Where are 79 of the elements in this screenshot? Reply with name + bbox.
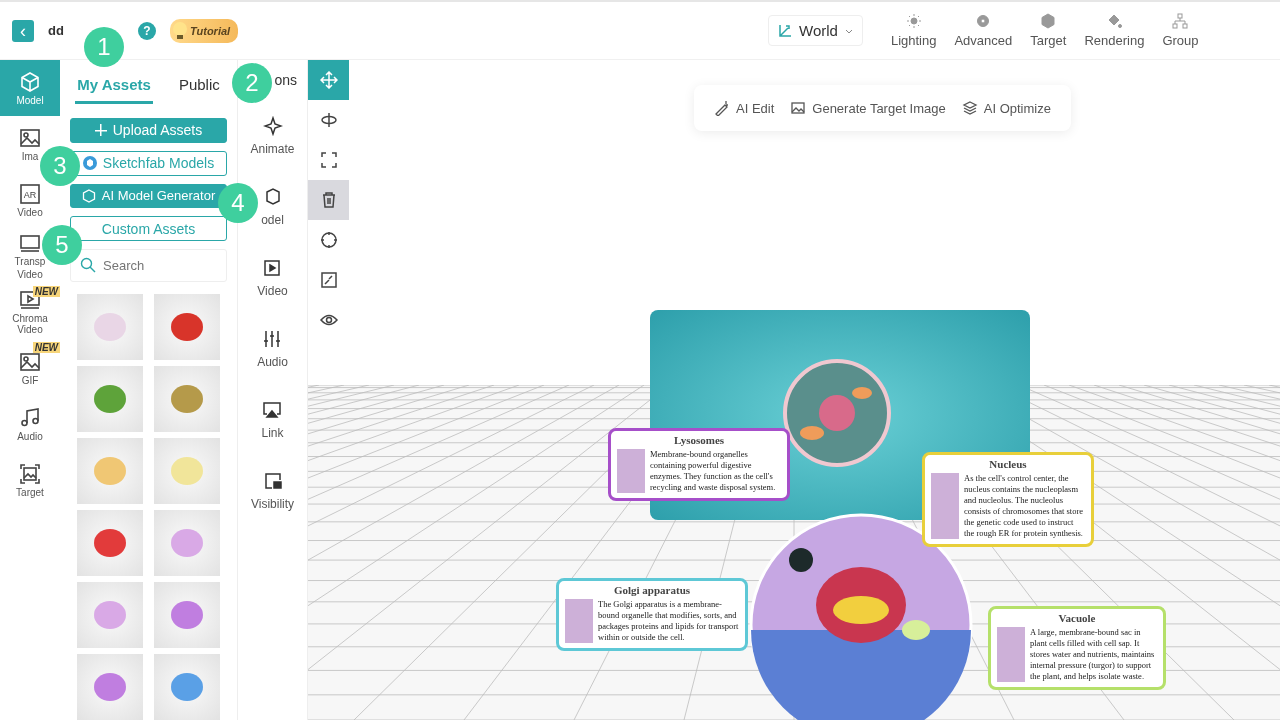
screen-cast-icon <box>262 399 283 420</box>
rotate-icon <box>319 111 338 129</box>
action-item[interactable]: Visibility <box>250 455 295 526</box>
hexagon-icon <box>81 188 96 203</box>
card-text: The Golgi apparatus is a membrane-bound organelle that modifies, sorts, and packages proteins and lipids for transport within or outside the cell. <box>598 599 739 644</box>
search-field[interactable]: Search <box>70 249 227 282</box>
ai-tool-button[interactable]: AI Optimize <box>961 100 1051 116</box>
card-title: Vacuole <box>1057 612 1097 624</box>
asset-thumbnail[interactable] <box>77 654 143 720</box>
card-title: Golgi apparatus <box>612 584 692 596</box>
space-dropdown[interactable]: World <box>768 15 863 46</box>
asset-thumbnail[interactable] <box>77 510 143 576</box>
image-icon <box>19 126 41 149</box>
action-item[interactable]: Animate <box>250 100 295 171</box>
tutorial-button[interactable]: Tutorial <box>170 18 239 43</box>
tutorial-step-tooltip: 1 <box>84 27 124 67</box>
actions-tab[interactable]: ons <box>274 60 307 100</box>
sidebar-item[interactable]: NEW Chroma Video <box>0 284 60 340</box>
framed-image-icon <box>19 462 41 485</box>
axes-icon <box>777 22 793 39</box>
organelle-picture <box>565 599 593 644</box>
tutorial-step-tooltip: 3 <box>40 146 80 186</box>
new-badge: NEW <box>32 342 60 353</box>
card-text: As the cell's control center, the nucleus contains the nucleoplasm and nucleolus. The nucleolus consists of chromosomes that store the genetic code used to instruct the rough ER for protein synthesis. <box>964 473 1084 540</box>
toolbar-button[interactable]: Target <box>1030 13 1067 48</box>
image-icon <box>790 100 807 116</box>
toolbar-button[interactable]: Rendering <box>1084 13 1145 48</box>
tutorial-step-tooltip: 4 <box>218 183 258 223</box>
action-item[interactable]: Video <box>257 242 288 313</box>
toolbar-button[interactable]: Group <box>1162 13 1199 48</box>
music-note-icon <box>19 406 41 429</box>
sidebar-item[interactable]: Target <box>0 452 60 508</box>
asset-thumbnail[interactable] <box>154 582 220 648</box>
sun-icon <box>905 13 922 29</box>
image-icon <box>19 350 41 373</box>
project-name: dd <box>48 23 65 38</box>
asset-thumbnail[interactable] <box>77 366 143 432</box>
action-item[interactable]: Audio <box>257 313 288 384</box>
organelle-picture <box>997 627 1025 683</box>
ai-tool-button[interactable]: AI Edit <box>714 100 775 116</box>
sparkle-icon <box>262 115 283 136</box>
asset-thumbnail[interactable] <box>154 510 220 576</box>
lightbulb-icon <box>172 20 188 41</box>
asset-thumbnail[interactable] <box>154 294 220 360</box>
card-title: Nucleus <box>988 458 1028 470</box>
picture-in-picture-icon <box>262 470 283 491</box>
asset-thumbnail[interactable] <box>154 438 220 504</box>
asset-thumbnail[interactable] <box>77 438 143 504</box>
play-icon <box>262 257 283 278</box>
transform-tool[interactable] <box>308 180 349 220</box>
new-badge: NEW <box>32 286 60 297</box>
sliders-icon <box>262 328 283 349</box>
tutorial-step-tooltip: 2 <box>232 63 272 103</box>
asset-thumbnail[interactable] <box>154 654 220 720</box>
ar-icon: AR <box>19 182 41 205</box>
hexagon-icon <box>1040 13 1057 29</box>
action-item[interactable]: odel <box>261 171 284 242</box>
move-icon <box>319 71 338 89</box>
action-item[interactable]: Link <box>261 384 284 455</box>
asset-thumbnail[interactable] <box>154 366 220 432</box>
shrink-icon <box>319 271 338 289</box>
expand-icon <box>319 151 338 169</box>
sidebar-item[interactable]: NEW GIF <box>0 340 60 396</box>
asset-thumbnail[interactable] <box>77 582 143 648</box>
assets-tab[interactable]: Public <box>176 68 222 104</box>
organelle-picture <box>931 473 959 540</box>
card-text: Membrane-bound organelles containing powerful digestive enzymes. They function as the cell's recycling and waste disposal system. <box>650 449 777 494</box>
crosshair-icon <box>319 231 338 249</box>
asset-thumbnail[interactable] <box>77 294 143 360</box>
ai-tool-button[interactable]: Generate Target Image <box>790 100 946 116</box>
card-text: A large, membrane-bound sac in plant cells filled with cell sap. It stores water and nutrients, maintains internal pressure (turgor) to support the plant, and helps isolate waste. <box>1030 627 1156 683</box>
toolbar-button[interactable]: Lighting <box>890 13 937 48</box>
toolbar-button[interactable]: Advanced <box>954 13 1013 48</box>
hierarchy-icon <box>1172 13 1189 29</box>
card-title: Lysosomes <box>672 434 726 446</box>
layers-icon <box>961 100 978 116</box>
organelle-picture <box>617 449 645 494</box>
sidebar-item[interactable]: Audio <box>0 396 60 452</box>
pencil-sparkle-icon <box>714 100 730 116</box>
